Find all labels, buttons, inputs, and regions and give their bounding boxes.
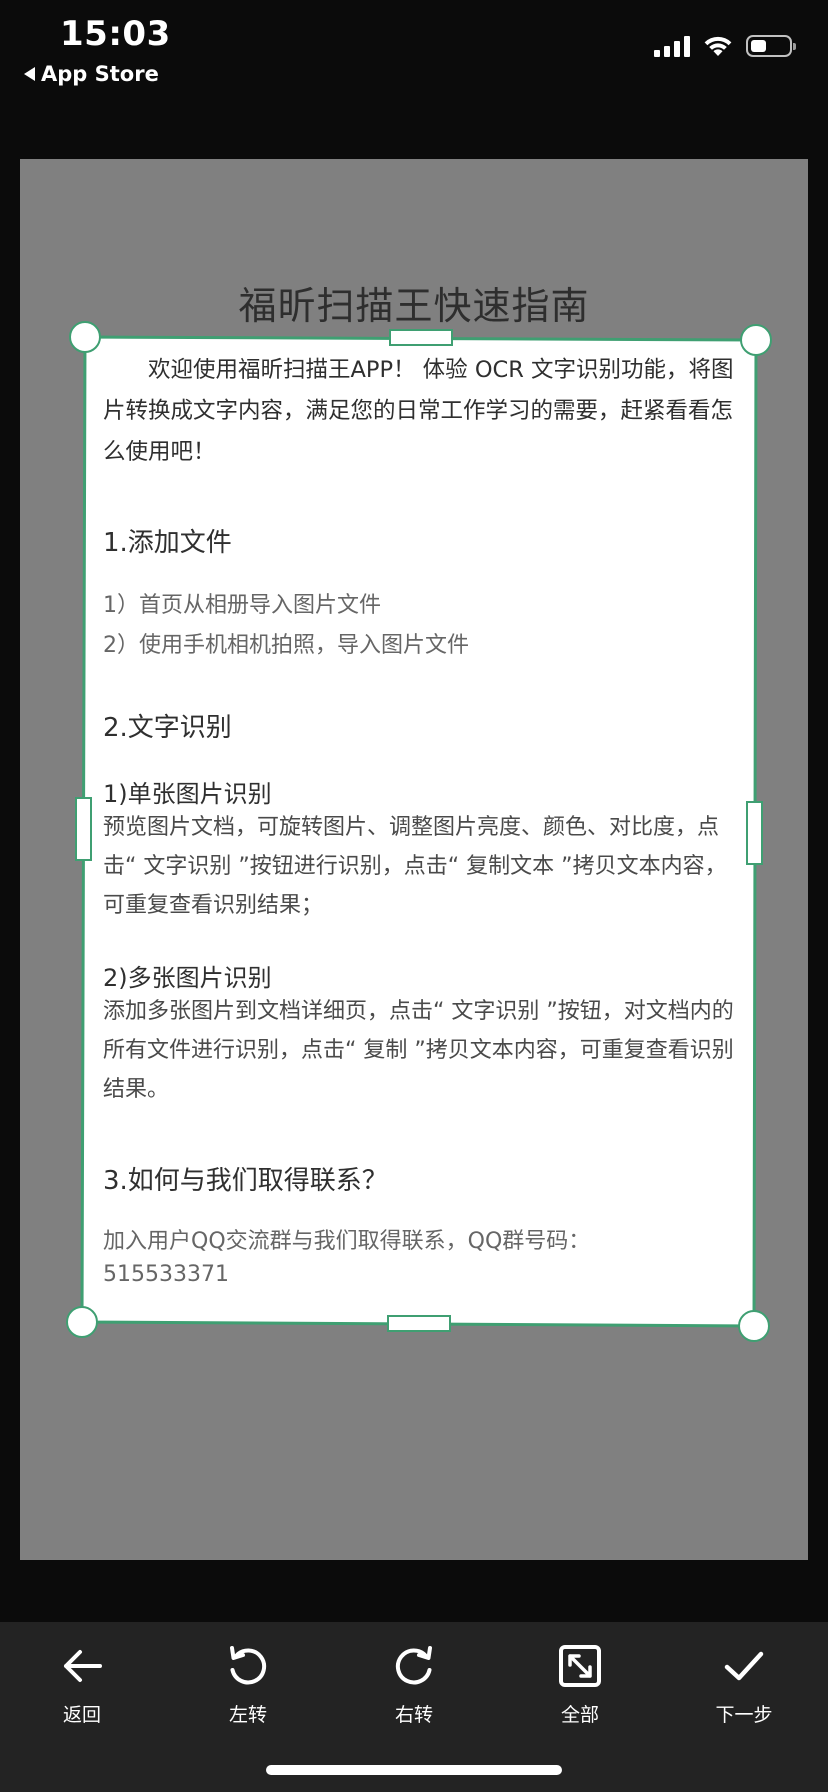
scan-crop-screen: 15:03 App Store 福昕扫描王快速指南 欢迎使用福昕扫描王APP！ … [0, 0, 828, 1792]
rotate-right-button[interactable]: 右转 [354, 1642, 474, 1752]
cellular-signal-icon [654, 35, 690, 57]
section-heading-add-file: 1.添加文件 [103, 528, 232, 558]
back-button-label: 返回 [62, 1704, 101, 1726]
subheading-single-image: 1)单张图片识别 [103, 780, 272, 808]
arrow-left-icon [64, 1650, 102, 1682]
back-app-label: App Store [41, 62, 159, 86]
section-heading-contact: 3.如何与我们取得联系？ [103, 1166, 388, 1196]
rotate-left-button[interactable]: 左转 [188, 1642, 308, 1752]
back-triangle-icon [24, 67, 35, 81]
status-bar: 15:03 App Store [0, 0, 828, 100]
status-icons [654, 34, 796, 58]
status-time: 15:03 [60, 14, 171, 54]
section-heading-ocr: 2.文字识别 [103, 713, 232, 743]
back-to-app-store-link[interactable]: App Store [24, 62, 159, 86]
single-image-description: 预览图片文档，可旋转图片、调整图片亮度、颜色、对比度，点击“ 文字识别 ”按钮进… [103, 815, 727, 918]
rotate-left-icon [230, 1646, 267, 1685]
back-button[interactable]: 返回 [22, 1642, 142, 1752]
multi-image-description: 添加多张图片到文档详细页，点击“ 文字识别 ”按钮，对文档内的所有文件进行识别，… [103, 999, 734, 1102]
contact-qq-number: 515533371 [103, 1262, 229, 1287]
document-intro: 欢迎使用福昕扫描王APP！ 体验 OCR 文字识别功能，将图片转换成文字内容，满… [103, 357, 734, 465]
select-all-button[interactable]: 全部 [520, 1642, 640, 1752]
subheading-multi-image: 2)多张图片识别 [103, 964, 272, 992]
select-all-label: 全部 [560, 1704, 599, 1726]
section1-item-1: 1）首页从相册导入图片文件 [103, 593, 381, 618]
contact-line-1: 加入用户QQ交流群与我们取得联系，QQ群号码： [103, 1229, 591, 1254]
rotate-right-icon [395, 1646, 432, 1685]
next-step-button[interactable]: 下一步 [684, 1642, 804, 1752]
next-step-label: 下一步 [715, 1704, 773, 1726]
home-indicator[interactable] [266, 1765, 562, 1775]
wifi-icon [704, 36, 732, 56]
battery-icon [746, 35, 796, 57]
checkmark-icon [724, 1651, 764, 1681]
rotate-left-label: 左转 [228, 1704, 267, 1726]
rotate-right-label: 右转 [394, 1704, 433, 1726]
expand-frame-icon [559, 1645, 601, 1687]
section1-item-2: 2）使用手机相机拍照，导入图片文件 [103, 633, 469, 658]
document-title: 福昕扫描王快速指南 [238, 284, 590, 328]
